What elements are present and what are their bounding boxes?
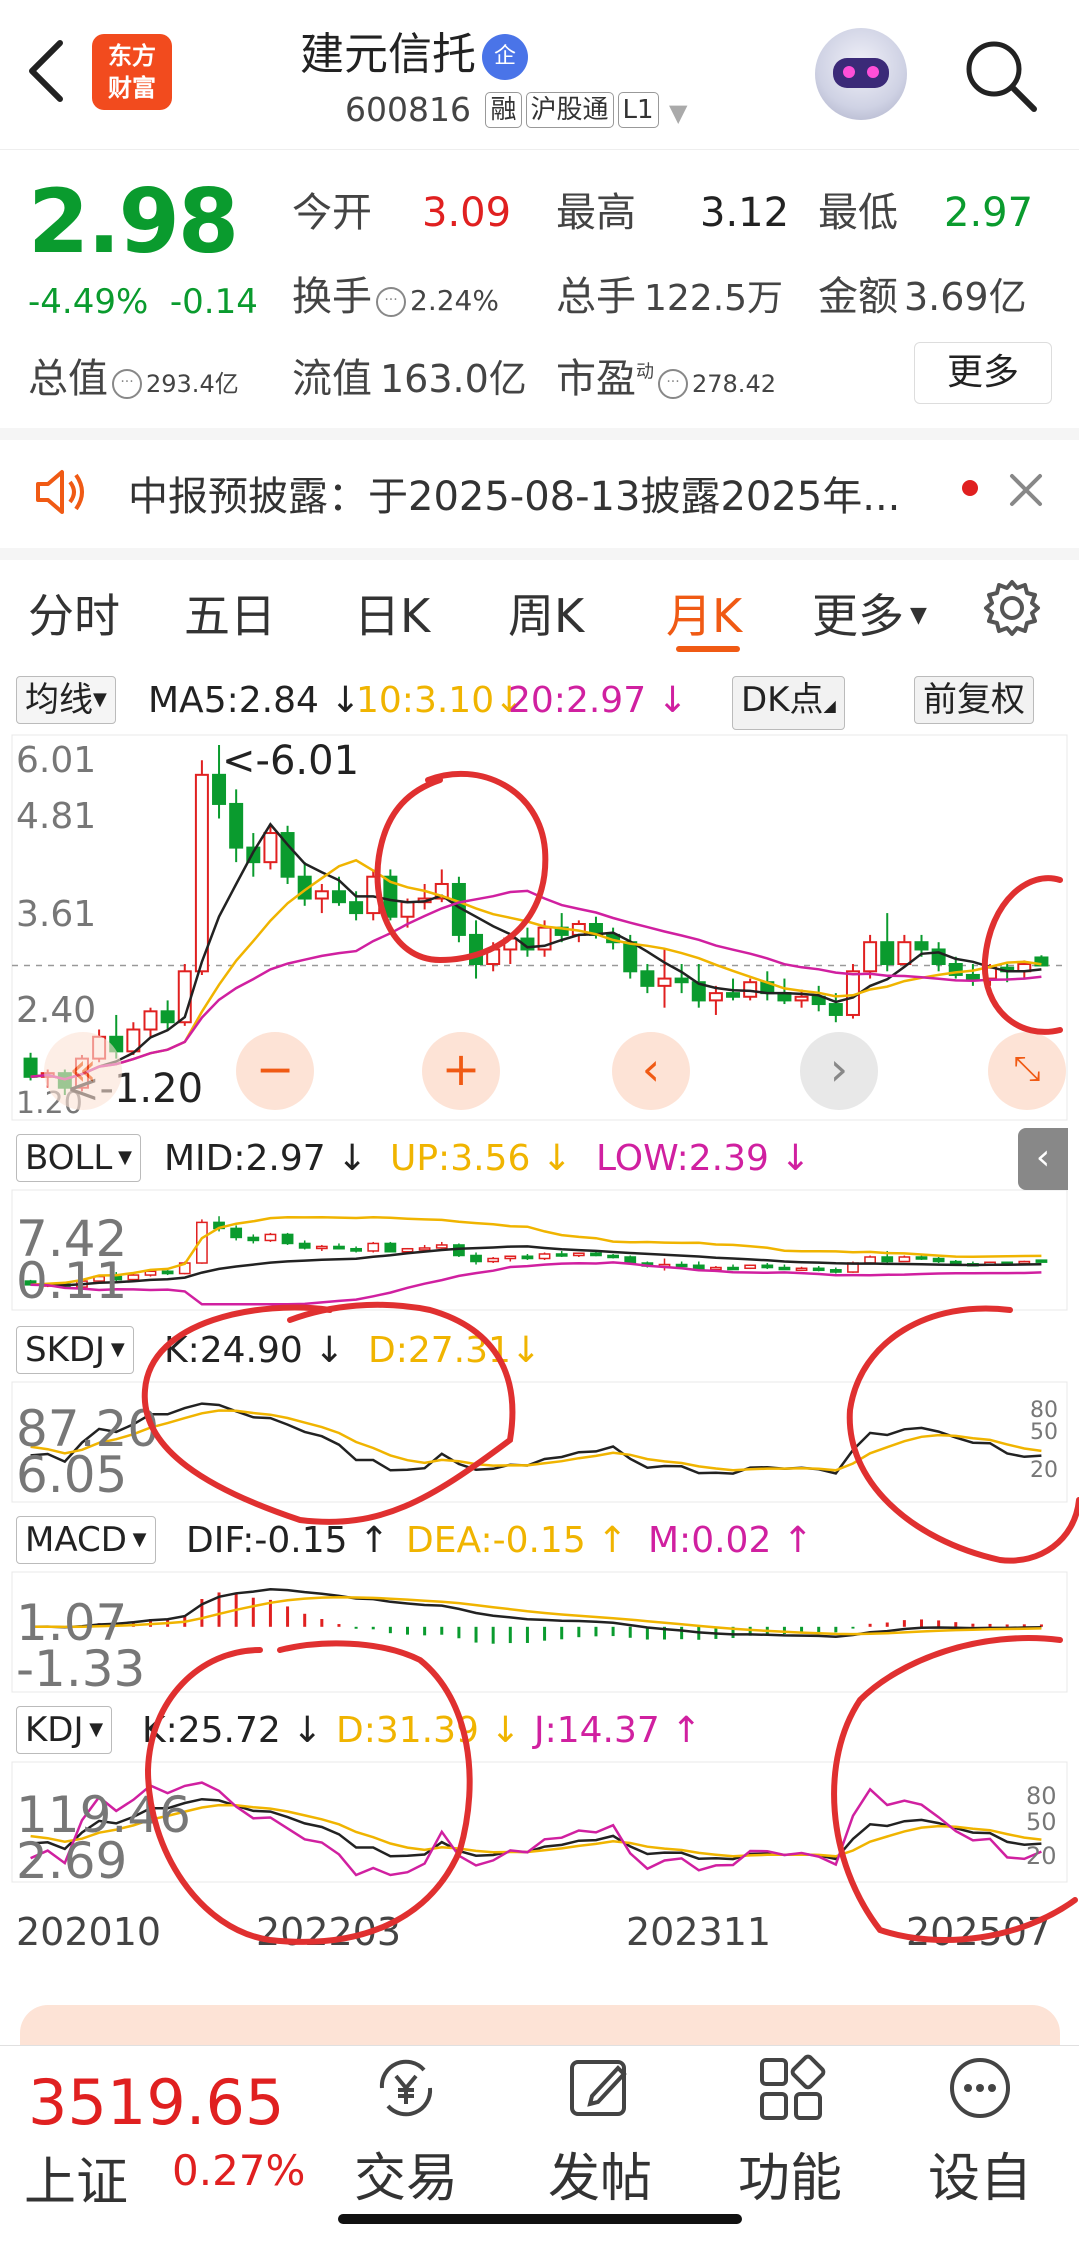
nav-custom[interactable]: 设自	[910, 2050, 1050, 2220]
index-value[interactable]: 3519.65	[28, 2066, 284, 2139]
handdrawn-circle-6	[831, 1635, 1078, 1943]
annotation-overlay	[141, 770, 1079, 1945]
handdrawn-circle-5	[144, 1640, 473, 1945]
index-name[interactable]: 上证	[24, 2140, 128, 2215]
handdrawn-circle-2	[981, 875, 1063, 1035]
nav-post[interactable]: 发帖	[530, 2050, 670, 2220]
grid-functions-icon	[760, 2054, 826, 2120]
handdrawn-circle-1	[374, 770, 549, 964]
index-change: 0.27%	[172, 2146, 306, 2195]
nav-trade[interactable]: 交易	[336, 2050, 476, 2220]
yen-exchange-icon	[379, 2059, 433, 2117]
handdrawn-circle-4	[846, 1305, 1079, 1564]
handdrawn-circle-3	[141, 1301, 516, 1525]
home-indicator	[338, 2214, 742, 2224]
edit-post-icon	[570, 2060, 627, 2116]
nav-functions[interactable]: 功能	[720, 2050, 860, 2220]
nav-functions-label: 功能	[737, 2149, 842, 2209]
nav-post-label: 发帖	[547, 2149, 652, 2209]
nav-trade-label: 交易	[353, 2149, 458, 2209]
nav-custom-label: 设自	[927, 2149, 1032, 2209]
more-dots-icon	[950, 2058, 1010, 2118]
